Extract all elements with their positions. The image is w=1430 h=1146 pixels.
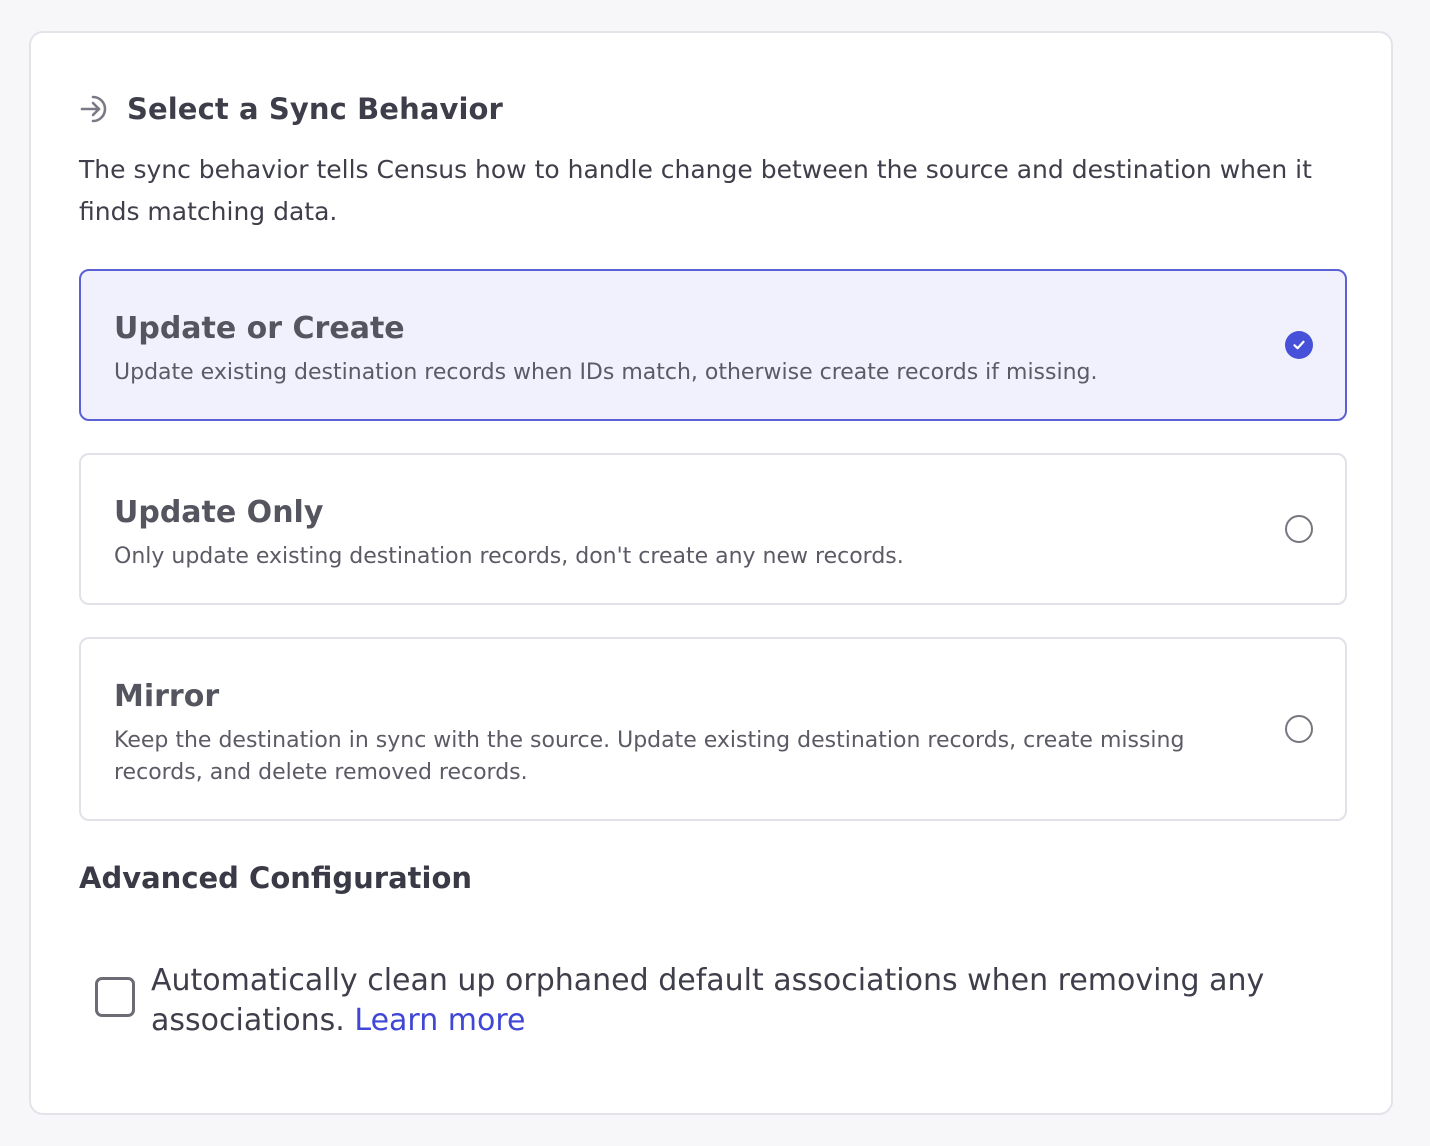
option-title: Update or Create xyxy=(114,311,405,346)
section-title: Select a Sync Behavior xyxy=(127,92,503,126)
radio-selected[interactable] xyxy=(1285,331,1313,359)
radio-unselected[interactable] xyxy=(1285,715,1313,743)
sync-behavior-panel: Select a Sync Behavior The sync behavior… xyxy=(29,31,1393,1115)
check-icon xyxy=(1293,340,1305,350)
option-mirror[interactable]: Mirror Keep the destination in sync with… xyxy=(79,637,1347,821)
learn-more-link[interactable]: Learn more xyxy=(354,1003,525,1038)
option-title: Update Only xyxy=(114,495,324,530)
cleanup-label: Automatically clean up orphaned default … xyxy=(151,961,1311,1041)
option-update-only[interactable]: Update Only Only update existing destina… xyxy=(79,453,1347,605)
cleanup-checkbox[interactable] xyxy=(95,977,135,1017)
option-update-or-create[interactable]: Update or Create Update existing destina… xyxy=(79,269,1347,421)
radio-unselected[interactable] xyxy=(1285,515,1313,543)
section-description: The sync behavior tells Census how to ha… xyxy=(79,155,1312,226)
option-title: Mirror xyxy=(114,679,220,714)
arrow-right-icon xyxy=(79,92,113,126)
cleanup-label-text: Automatically clean up orphaned default … xyxy=(151,963,1265,1038)
option-description: Keep the destination in sync with the so… xyxy=(114,728,1185,785)
advanced-config-title: Advanced Configuration xyxy=(79,861,473,895)
option-description: Update existing destination records when… xyxy=(114,360,1098,385)
section-header: Select a Sync Behavior xyxy=(79,89,503,129)
option-description: Only update existing destination records… xyxy=(114,544,904,569)
